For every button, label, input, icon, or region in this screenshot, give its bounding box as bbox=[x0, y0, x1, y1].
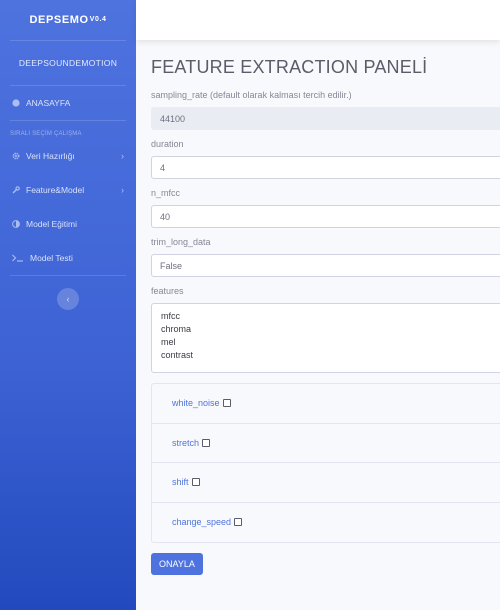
sidebar-item-model-egitimi[interactable]: Model Eğitimi bbox=[0, 207, 136, 241]
checkbox-row-white-noise[interactable]: white_noise bbox=[152, 384, 500, 424]
toggle-icon bbox=[12, 220, 20, 228]
checkbox-label: stretch bbox=[172, 437, 200, 448]
sidebar: DEPSEMO V0.4 DEEPSOUNDEMOTION ANASAYFA SI… bbox=[0, 0, 136, 610]
features-option[interactable]: chroma bbox=[161, 323, 500, 336]
sidebar-item-label: ANASAYFA bbox=[26, 98, 71, 108]
sampling-rate-label: sampling_rate (default olarak kalması te… bbox=[151, 90, 352, 100]
duration-input[interactable]: 4 bbox=[151, 156, 500, 179]
main-content: FEATURE EXTRACTION PANELİ sampling_rate … bbox=[151, 40, 500, 575]
sidebar-item-label: Model Testi bbox=[30, 253, 73, 263]
stretch-checkbox[interactable] bbox=[202, 438, 211, 447]
sidebar-toggle-button[interactable]: ‹ bbox=[57, 288, 79, 310]
divider bbox=[10, 275, 126, 276]
shift-checkbox[interactable] bbox=[191, 478, 200, 487]
chevron-right-icon: › bbox=[121, 151, 124, 161]
gear-icon bbox=[12, 152, 20, 160]
brand[interactable]: DEPSEMO V0.4 bbox=[0, 0, 136, 40]
terminal-icon bbox=[12, 254, 24, 262]
sampling-rate-input[interactable]: 44100 bbox=[151, 107, 500, 130]
sidebar-item-home[interactable]: ANASAYFA bbox=[0, 86, 136, 120]
checkbox-label: white_noise bbox=[172, 398, 220, 409]
sidebar-item-label: Veri Hazırlığı bbox=[26, 151, 75, 161]
trim-long-data-select[interactable]: False bbox=[151, 254, 500, 277]
sub-brand: DEEPSOUNDEMOTION bbox=[18, 58, 118, 68]
sidebar-item-label: Feature&Model bbox=[26, 185, 85, 195]
sidebar-heading: SIRALI SEÇİM ÇALIŞMA bbox=[10, 131, 82, 137]
palette-icon bbox=[12, 99, 20, 107]
checkbox-row-shift[interactable]: shift bbox=[152, 463, 500, 503]
wrench-icon bbox=[12, 186, 20, 194]
features-label: features bbox=[151, 286, 184, 296]
trim-long-data-label: trim_long_data bbox=[151, 237, 211, 247]
checkbox-row-change-speed[interactable]: change_speed bbox=[152, 503, 500, 543]
sidebar-item-feature-model[interactable]: Feature&Model › bbox=[0, 173, 136, 207]
sidebar-item-model-testi[interactable]: Model Testi bbox=[0, 241, 136, 275]
brand-name: DEPSEMO bbox=[29, 14, 89, 26]
features-option[interactable]: mfcc bbox=[161, 310, 500, 323]
divider bbox=[10, 120, 126, 121]
change-speed-checkbox[interactable] bbox=[234, 518, 243, 527]
chevron-right-icon: › bbox=[121, 185, 124, 195]
chevron-left-icon: ‹ bbox=[66, 294, 70, 304]
submit-button[interactable]: ONAYLA bbox=[151, 553, 203, 575]
features-option[interactable]: mel bbox=[161, 336, 500, 349]
brand-version: V0.4 bbox=[89, 15, 107, 23]
checkbox-row-stretch[interactable]: stretch bbox=[152, 424, 500, 463]
augmentation-checkbox-list: white_noise stretch shift change_speed bbox=[151, 383, 500, 543]
n-mfcc-input[interactable]: 40 bbox=[151, 205, 500, 228]
n-mfcc-label: n_mfcc bbox=[151, 188, 181, 198]
sidebar-item-label: Model Eğitimi bbox=[26, 219, 78, 229]
checkbox-label: change_speed bbox=[172, 517, 232, 528]
topbar bbox=[136, 0, 500, 40]
sidebar-item-veri-hazirligi[interactable]: Veri Hazırlığı › bbox=[0, 139, 136, 173]
features-multiselect[interactable]: mfcc chroma mel contrast bbox=[151, 303, 500, 373]
features-option[interactable]: contrast bbox=[161, 349, 500, 362]
checkbox-label: shift bbox=[172, 477, 189, 488]
duration-label: duration bbox=[151, 139, 184, 149]
white-noise-checkbox[interactable] bbox=[222, 399, 231, 408]
page-title: FEATURE EXTRACTION PANELİ bbox=[151, 57, 428, 77]
